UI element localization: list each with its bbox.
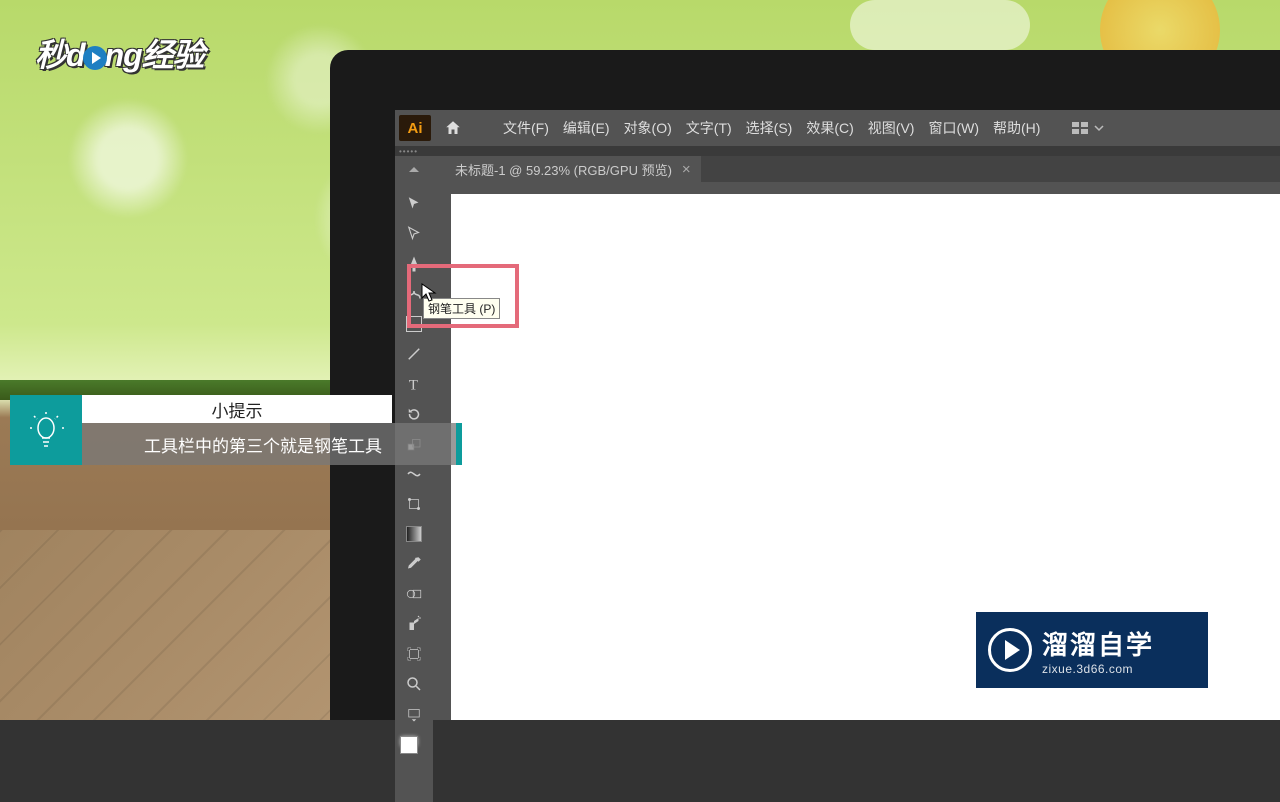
control-bar: •••••: [395, 146, 1280, 156]
pen-tool[interactable]: [399, 250, 429, 278]
selection-tool[interactable]: [399, 190, 429, 218]
pen-icon: [405, 255, 423, 273]
artboard-tool[interactable]: [399, 640, 429, 668]
menu-items: 文件(F) 编辑(E) 对象(O) 文字(T) 选择(S) 效果(C) 视图(V…: [503, 118, 1040, 138]
eyedropper-icon: [405, 555, 423, 573]
arrow-outline-icon: [405, 225, 423, 243]
toolbox-expand[interactable]: [395, 156, 433, 182]
svg-text:T: T: [409, 377, 418, 393]
more-tools[interactable]: [399, 700, 429, 728]
menu-type[interactable]: 文字(T): [686, 118, 732, 138]
brand-url: zixue.3d66.com: [1042, 662, 1154, 676]
eyedropper-tool[interactable]: [399, 550, 429, 578]
menu-effect[interactable]: 效果(C): [806, 118, 853, 138]
home-icon: [444, 119, 462, 137]
menu-select[interactable]: 选择(S): [746, 118, 793, 138]
type-tool[interactable]: T: [399, 370, 429, 398]
close-icon[interactable]: ×: [682, 161, 691, 178]
menu-help[interactable]: 帮助(H): [993, 118, 1040, 138]
toolbox: T: [395, 182, 433, 802]
menu-object[interactable]: 对象(O): [624, 118, 672, 138]
hint-icon-box: [10, 395, 82, 465]
gradient-tool[interactable]: [399, 520, 429, 548]
document-tab[interactable]: 未标题-1 @ 59.23% (RGB/GPU 预览) ×: [445, 156, 701, 182]
artboard-icon: [405, 645, 423, 663]
arrow-icon: [405, 195, 423, 213]
transform-icon: [405, 495, 423, 513]
grid-icon: [1072, 122, 1088, 134]
brush-tool[interactable]: [399, 340, 429, 368]
blend-icon: [405, 585, 423, 603]
cursor-icon: [421, 283, 437, 303]
watermark-prefix: 秒d: [35, 37, 85, 73]
hint-body: 小提示 工具栏中的第三个就是钢笔工具: [82, 395, 462, 465]
hint-title: 小提示: [82, 395, 392, 423]
chevron-down-icon: [405, 705, 423, 723]
brush-icon: [405, 345, 423, 363]
home-button[interactable]: [439, 114, 467, 142]
brand-play-icon: [988, 628, 1032, 672]
menu-bar: Ai 文件(F) 编辑(E) 对象(O) 文字(T) 选择(S) 效果(C) 视…: [395, 110, 1280, 146]
menu-file[interactable]: 文件(F): [503, 118, 549, 138]
hint-banner: 小提示 工具栏中的第三个就是钢笔工具: [10, 395, 462, 465]
app-logo-icon: Ai: [399, 115, 431, 141]
play-icon: [83, 46, 107, 70]
hint-message: 工具栏中的第三个就是钢笔工具: [82, 423, 462, 465]
zoom-tool[interactable]: [399, 670, 429, 698]
watermark-logo: 秒dng经验: [35, 30, 204, 76]
type-icon: T: [405, 375, 423, 393]
workspace-switcher[interactable]: [1072, 122, 1104, 134]
chevron-down-icon: [1094, 123, 1104, 133]
brand-badge: 溜溜自学 zixue.3d66.com: [976, 612, 1208, 688]
fill-swatch: [400, 736, 418, 754]
direct-selection-tool[interactable]: [399, 220, 429, 248]
fill-stroke-swatch[interactable]: [400, 736, 428, 764]
lightbulb-icon: [24, 408, 68, 452]
free-transform-tool[interactable]: [399, 490, 429, 518]
menu-edit[interactable]: 编辑(E): [563, 118, 610, 138]
menu-view[interactable]: 视图(V): [868, 118, 915, 138]
symbol-sprayer-tool[interactable]: [399, 610, 429, 638]
watermark-suffix: ng经验: [105, 37, 204, 73]
blend-tool[interactable]: [399, 580, 429, 608]
spray-icon: [405, 615, 423, 633]
zoom-icon: [405, 675, 423, 693]
menu-window[interactable]: 窗口(W): [928, 118, 979, 138]
brand-name: 溜溜自学: [1042, 625, 1154, 662]
width-icon: [405, 465, 423, 483]
document-tab-bar: 未标题-1 @ 59.23% (RGB/GPU 预览) ×: [445, 156, 1280, 182]
tab-title: 未标题-1 @ 59.23% (RGB/GPU 预览): [455, 160, 672, 179]
cloud-decoration: [850, 0, 1030, 50]
control-dots: •••••: [399, 147, 418, 156]
